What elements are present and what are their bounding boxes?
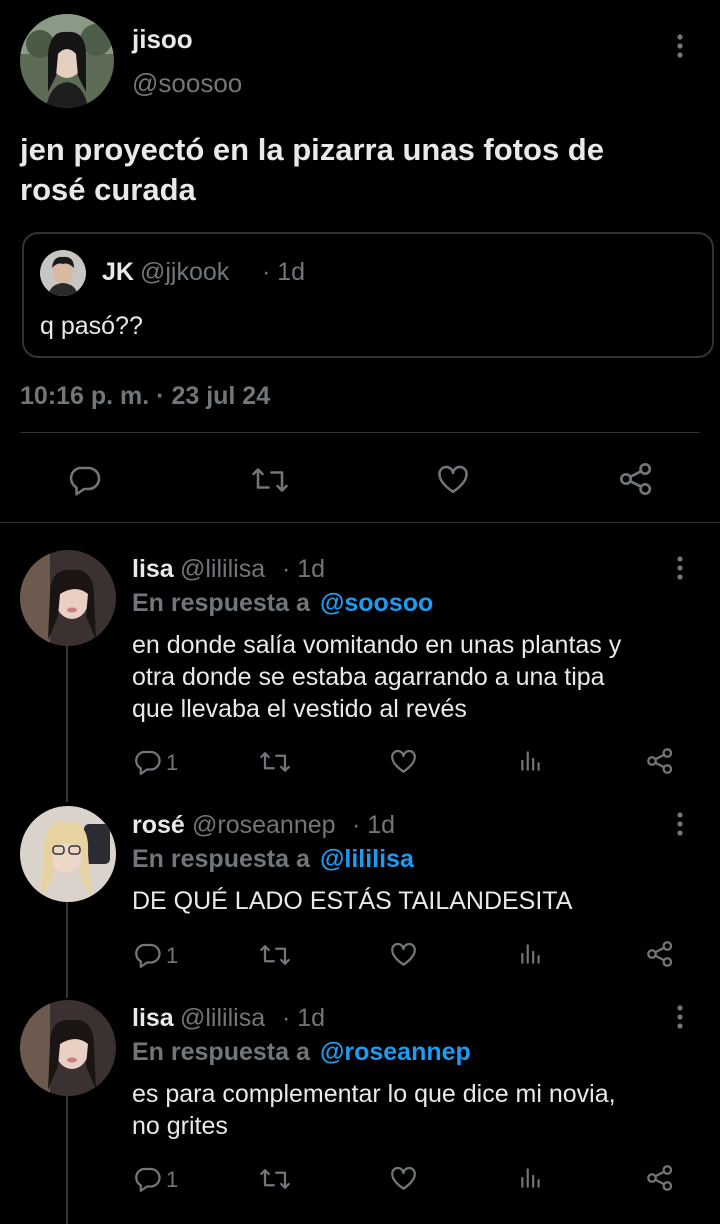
- reply-context-mention[interactable]: @roseannep: [320, 1038, 471, 1067]
- more-options-icon[interactable]: [670, 1004, 690, 1030]
- like-icon[interactable]: [388, 1163, 419, 1193]
- reply-avatar[interactable]: [20, 550, 116, 646]
- quoted-author-handle: @jjkook: [140, 258, 230, 286]
- reply-text-line: que llevaba el vestido al revés: [132, 695, 467, 723]
- retweet-icon[interactable]: [258, 1164, 292, 1194]
- views-icon[interactable]: [518, 1164, 544, 1192]
- reply-text-line: DE QUÉ LADO ESTÁS TAILANDESITA: [132, 887, 573, 915]
- reply-icon[interactable]: [66, 462, 102, 498]
- quoted-text: q pasó??: [40, 312, 143, 340]
- share-icon[interactable]: [616, 459, 656, 499]
- reply-author-handle[interactable]: @lililisa: [180, 555, 265, 584]
- reply-avatar[interactable]: [20, 1000, 116, 1096]
- reply-count: 1: [166, 1167, 179, 1192]
- tweet-timestamp[interactable]: 10:16 p. m. · 23 jul 24: [20, 382, 270, 411]
- divider: [0, 522, 720, 523]
- reply-icon[interactable]: [132, 940, 162, 970]
- thread-line: [66, 646, 68, 802]
- more-options-icon[interactable]: [670, 33, 690, 59]
- reply-count: 1: [166, 750, 179, 775]
- reply-text-line: otra donde se estaba agarrando a una tip…: [132, 663, 605, 691]
- more-options-icon[interactable]: [670, 555, 690, 581]
- quoted-author-name: JK: [102, 258, 134, 286]
- retweet-icon[interactable]: [258, 747, 292, 777]
- reply-author-name[interactable]: lisa: [132, 1004, 174, 1033]
- reply-context-label: En respuesta a: [132, 1038, 310, 1066]
- retweet-icon[interactable]: [258, 940, 292, 970]
- like-icon[interactable]: [388, 939, 419, 969]
- reply-icon[interactable]: [132, 747, 162, 777]
- share-icon[interactable]: [644, 745, 676, 777]
- views-icon[interactable]: [518, 747, 544, 775]
- like-icon[interactable]: [388, 746, 419, 776]
- reply-icon[interactable]: [132, 1164, 162, 1194]
- reply-time: · 1d: [282, 555, 326, 583]
- retweet-icon[interactable]: [250, 462, 290, 498]
- reply-text-line: es para complementar lo que dice mi novi…: [132, 1080, 616, 1108]
- tweet-text-line-1: jen proyectó en la pizarra unas fotos de: [20, 132, 604, 167]
- reply-context-mention[interactable]: @lililisa: [320, 845, 414, 874]
- reply-text-line: en donde salía vomitando en unas plantas…: [132, 631, 622, 659]
- author-name[interactable]: jisoo: [132, 24, 193, 55]
- reply-time: · 1d: [352, 811, 396, 839]
- reply-avatar[interactable]: [20, 806, 116, 902]
- reply-count: 1: [166, 943, 179, 968]
- quoted-author-avatar: [40, 250, 86, 296]
- reply-text-line: no grites: [132, 1112, 228, 1140]
- reply-context-mention[interactable]: @soosoo: [320, 589, 433, 618]
- reply-author-name[interactable]: lisa: [132, 555, 174, 584]
- quoted-tweet-card[interactable]: JK @jjkook · 1d q pasó??: [22, 232, 714, 358]
- like-icon[interactable]: [434, 461, 472, 497]
- quoted-time: · 1d: [262, 258, 306, 286]
- reply-time: · 1d: [282, 1004, 326, 1032]
- tweet-text-line-2: rosé curada: [20, 172, 196, 207]
- author-handle[interactable]: @soosoo: [132, 68, 242, 99]
- views-icon[interactable]: [518, 940, 544, 968]
- share-icon[interactable]: [644, 1162, 676, 1194]
- divider: [20, 432, 700, 433]
- reply-context-label: En respuesta a: [132, 589, 310, 617]
- reply-author-name[interactable]: rosé: [132, 811, 185, 840]
- reply-author-handle[interactable]: @roseannep: [192, 811, 336, 840]
- share-icon[interactable]: [644, 938, 676, 970]
- reply-author-handle[interactable]: @lililisa: [180, 1004, 265, 1033]
- thread-line: [66, 902, 68, 998]
- author-avatar[interactable]: [20, 14, 114, 108]
- more-options-icon[interactable]: [670, 811, 690, 837]
- thread-line: [66, 1096, 68, 1224]
- reply-context-label: En respuesta a: [132, 845, 310, 873]
